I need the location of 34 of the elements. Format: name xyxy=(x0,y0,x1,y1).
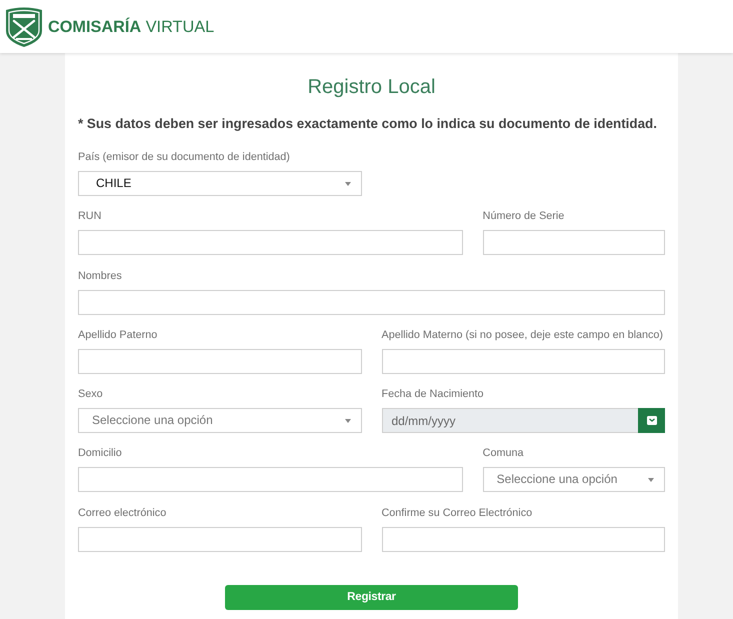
field-label: Fecha de Nacimiento xyxy=(382,388,485,402)
date-picker-button[interactable] xyxy=(638,408,665,434)
input-field[interactable] xyxy=(78,526,362,552)
input-field[interactable] xyxy=(482,230,665,256)
dropdown-field[interactable]: Seleccione una opción xyxy=(78,408,362,434)
caret-icon xyxy=(344,182,350,186)
field-label: Apellido Paterno xyxy=(78,328,158,342)
input-field[interactable] xyxy=(382,348,665,374)
caret-icon xyxy=(344,418,350,423)
field-label: Nombres xyxy=(78,270,123,283)
field-label: RUN xyxy=(78,210,102,224)
page-title: Registro Local xyxy=(306,75,436,99)
input-field[interactable] xyxy=(78,290,665,315)
input-field[interactable] xyxy=(78,467,463,492)
field-label: Domicilio xyxy=(78,447,123,460)
field-label: Correo electrónico xyxy=(78,506,168,520)
input-field[interactable] xyxy=(382,526,665,552)
register-button[interactable]: Registrar xyxy=(225,585,518,610)
field-label: País (emisor de su documento de identidad) xyxy=(78,151,291,164)
field-label: Comuna xyxy=(482,447,524,460)
notice-text: * Sus datos deben ser ingresados exactamente como lo indica su documento de identidad. xyxy=(78,115,657,132)
chevron-down-icon xyxy=(646,416,656,426)
input-field[interactable] xyxy=(78,230,463,256)
date-field[interactable]: dd/mm/yyyy xyxy=(382,408,638,434)
field-label: Apellido Materno (si no posee, deje este campo en blanco) xyxy=(382,328,664,342)
field-label: Número de Serie xyxy=(482,210,566,224)
caret-icon xyxy=(648,478,654,482)
brand-name: COMISARÍA VIRTUAL xyxy=(48,16,214,36)
field-label: Confirme su Correo Electrónico xyxy=(382,506,534,520)
shield-emblem-icon xyxy=(4,6,44,47)
input-field[interactable] xyxy=(78,348,362,374)
field-label: Sexo xyxy=(78,388,104,402)
dropdown-field[interactable]: CHILE xyxy=(78,171,362,196)
dropdown-field[interactable]: Seleccione una opción xyxy=(482,467,665,492)
